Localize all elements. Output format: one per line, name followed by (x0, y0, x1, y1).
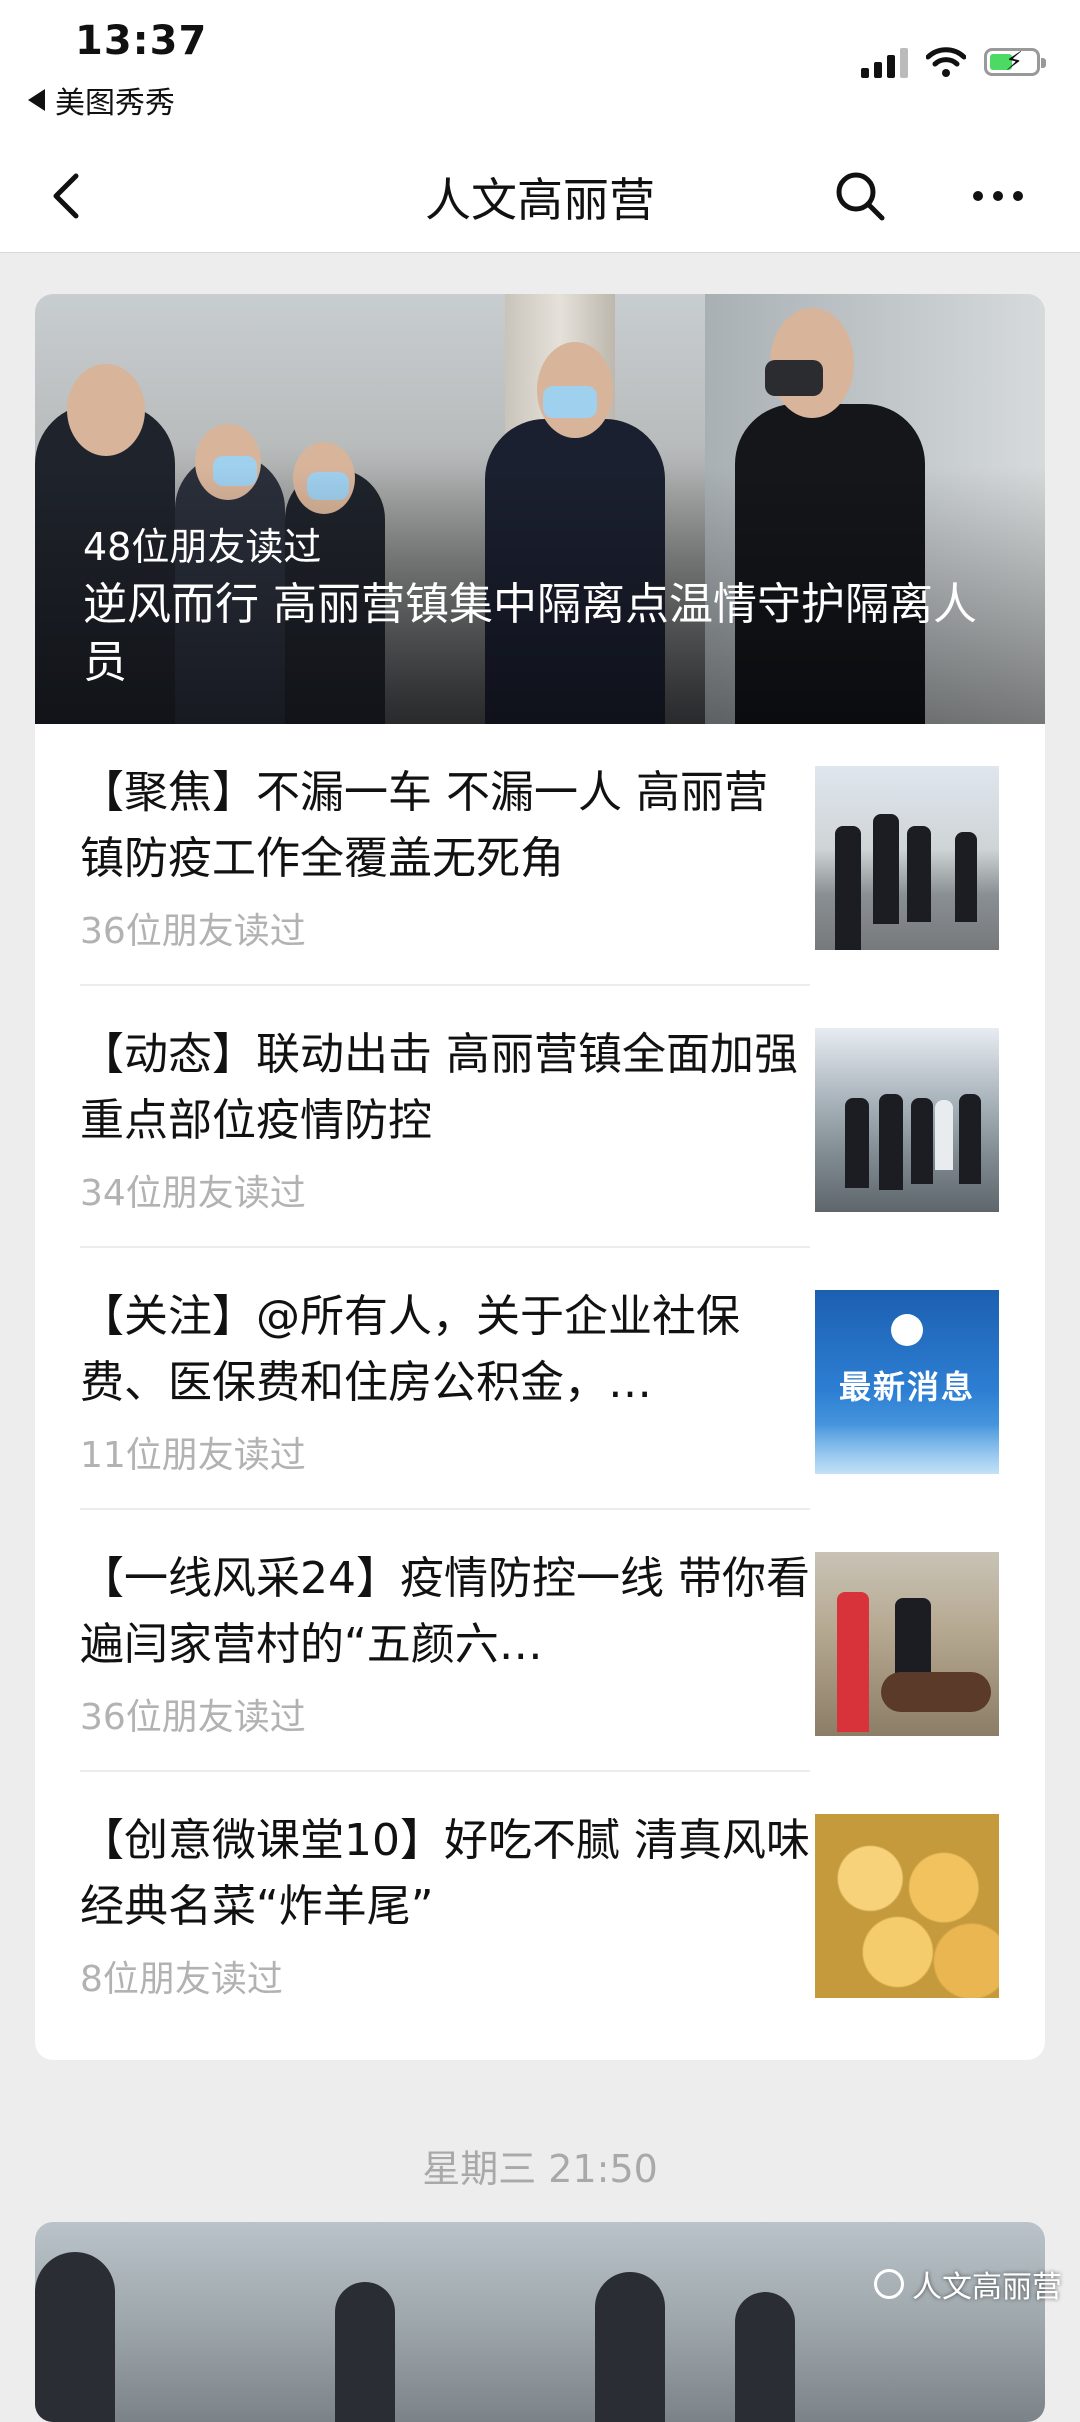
cellular-signal-icon (861, 46, 908, 78)
article-item[interactable]: 【聚焦】不漏一车 不漏一人 高丽营镇防疫工作全覆盖无死角 36位朋友读过 (35, 724, 1045, 986)
back-to-app-link[interactable]: 美图秀秀 (28, 78, 175, 122)
search-icon[interactable] (830, 166, 890, 226)
hero-title: 逆风而行 高丽营镇集中隔离点温情守护隔离人员 (83, 579, 977, 688)
article-thumbnail (815, 1028, 999, 1212)
article-title: 【聚焦】不漏一车 不漏一人 高丽营镇防疫工作全覆盖无死角 (80, 767, 768, 884)
article-item[interactable]: 【一线风采24】疫情防控一线 带你看遍闫家营村的“五颜六… 36位朋友读过 (35, 1510, 1045, 1772)
article-item[interactable]: 【动态】联动出击 高丽营镇全面加强重点部位疫情防控 34位朋友读过 (35, 986, 1045, 1248)
system-icons: ⚡ (861, 46, 1046, 78)
hero-article[interactable]: 48位朋友读过 逆风而行 高丽营镇集中隔离点温情守护隔离人员 (35, 294, 1045, 724)
article-thumbnail (815, 766, 999, 950)
article-thumbnail (815, 1552, 999, 1736)
message-timestamp: 星期三 21:50 (422, 2147, 658, 2191)
hero-read-count: 48位朋友读过 (83, 525, 322, 569)
battery-charging-icon: ⚡ (984, 48, 1046, 76)
wechat-icon (874, 2269, 904, 2299)
watermark: 人文高丽营 (874, 2262, 1062, 2306)
next-article-card[interactable] (35, 2222, 1045, 2422)
article-read-count: 34位朋友读过 (80, 1173, 306, 1214)
back-app-label: 美图秀秀 (55, 86, 175, 121)
article-read-count: 8位朋友读过 (80, 1959, 283, 2000)
article-read-count: 36位朋友读过 (80, 1697, 306, 1738)
article-read-count: 11位朋友读过 (80, 1435, 306, 1476)
back-triangle-icon (28, 89, 45, 111)
logo-icon (891, 1314, 923, 1346)
article-title: 【关注】@所有人，关于企业社保费、医保费和住房公积金，… (80, 1291, 740, 1408)
watermark-text: 人文高丽营 (912, 2270, 1062, 2305)
more-options-icon[interactable] (968, 166, 1028, 226)
article-title: 【动态】联动出击 高丽营镇全面加强重点部位疫情防控 (80, 1029, 798, 1146)
status-time: 13:37 (75, 18, 208, 64)
article-item[interactable]: 【创意微课堂10】好吃不腻 清真风味经典名菜“炸羊尾” 8位朋友读过 (35, 1772, 1045, 2034)
status-bar: 13:37 美图秀秀 ⚡ (0, 0, 1080, 140)
article-group-card: 48位朋友读过 逆风而行 高丽营镇集中隔离点温情守护隔离人员 【聚焦】不漏一车 … (35, 294, 1045, 2060)
article-item[interactable]: 【关注】@所有人，关于企业社保费、医保费和住房公积金，… 11位朋友读过 最新消… (35, 1248, 1045, 1510)
article-thumbnail: 最新消息 (815, 1290, 999, 1474)
nav-bar: 人文高丽营 (0, 140, 1080, 253)
article-thumbnail (815, 1814, 999, 1998)
page-title: 人文高丽营 (425, 173, 655, 227)
article-read-count: 36位朋友读过 (80, 911, 306, 952)
thumbnail-badge-text: 最新消息 (838, 1368, 975, 1406)
article-title: 【一线风采24】疫情防控一线 带你看遍闫家营村的“五颜六… (80, 1553, 810, 1670)
article-title: 【创意微课堂10】好吃不腻 清真风味经典名菜“炸羊尾” (80, 1815, 810, 1932)
wifi-icon (926, 47, 966, 77)
